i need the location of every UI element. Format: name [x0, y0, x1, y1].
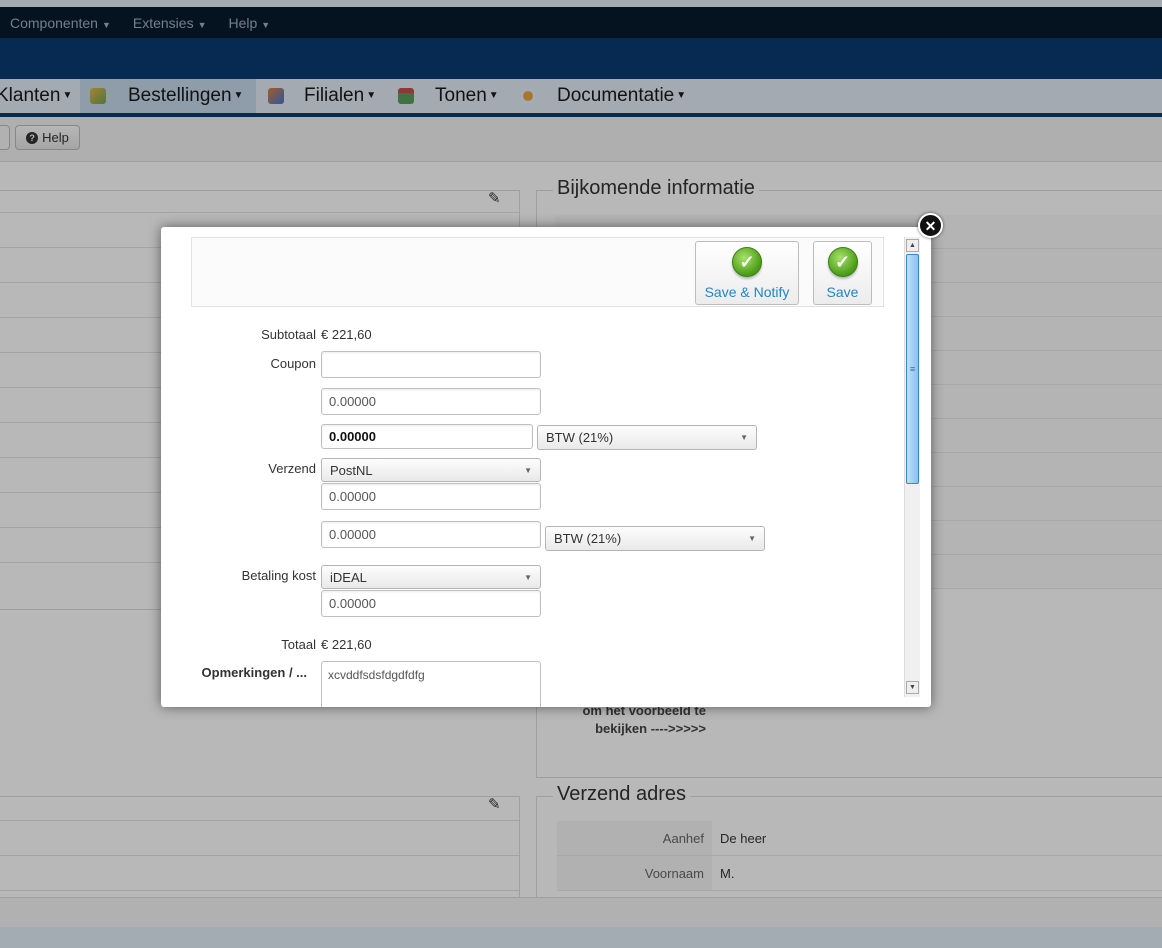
discount-tax-select[interactable]: BTW (21%) ▼: [537, 425, 757, 450]
total-value: € 221,60: [321, 637, 372, 652]
select-value: BTW (21%): [554, 531, 622, 546]
shipping-cost-input[interactable]: 0.00000: [321, 483, 541, 510]
scrollbar-thumb[interactable]: ≡: [906, 254, 919, 484]
shipping-tax-input[interactable]: 0.00000: [321, 521, 541, 548]
total-label: Totaal: [281, 637, 316, 652]
discount-input[interactable]: 0.00000: [321, 388, 541, 415]
remarks-textarea[interactable]: xcvddfsdsfdgdfdfg: [321, 661, 541, 707]
shipping-label: Verzend: [268, 461, 316, 476]
checkmark-icon: ✓: [827, 247, 858, 277]
subtotal-label: Subtotaal: [261, 327, 316, 342]
chevron-down-icon: ▼: [524, 572, 532, 582]
close-icon[interactable]: ✕: [918, 213, 943, 238]
select-value: iDEAL: [330, 569, 367, 585]
shipping-method-select[interactable]: PostNL ▼: [321, 458, 541, 482]
chevron-down-icon: ▼: [524, 465, 532, 475]
save-notify-button[interactable]: ✓ Save & Notify: [695, 241, 799, 305]
save-button[interactable]: ✓ Save: [813, 241, 872, 305]
checkmark-icon: ✓: [732, 247, 762, 277]
modal-toolbar: ✓ Save & Notify ✓ Save: [191, 237, 884, 307]
modal-scrollbar[interactable]: ▲ ≡ ▼: [904, 237, 920, 697]
scroll-up-icon[interactable]: ▲: [906, 239, 919, 252]
scroll-down-icon[interactable]: ▼: [906, 681, 919, 694]
chevron-down-icon: ▼: [740, 433, 748, 442]
payment-cost-input[interactable]: 0.00000: [321, 590, 541, 617]
subtotal-value: € 221,60: [321, 327, 372, 342]
shipping-tax-select[interactable]: BTW (21%) ▼: [545, 526, 765, 551]
discount-tax-input[interactable]: 0.00000: [321, 424, 533, 449]
chevron-down-icon: ▼: [748, 534, 756, 543]
select-value: BTW (21%): [546, 430, 614, 445]
edit-order-modal: ✓ Save & Notify ✓ Save Subtotaal € 221,6…: [161, 227, 931, 707]
payment-label: Betaling kost: [241, 568, 316, 583]
button-label: Save: [826, 284, 859, 300]
select-value: PostNL: [330, 462, 373, 478]
remarks-label: Opmerkingen / ...: [201, 665, 307, 680]
coupon-label: Coupon: [270, 356, 316, 371]
payment-method-select[interactable]: iDEAL ▼: [321, 565, 541, 589]
button-label: Save & Notify: [704, 284, 790, 300]
coupon-input[interactable]: [321, 351, 541, 378]
